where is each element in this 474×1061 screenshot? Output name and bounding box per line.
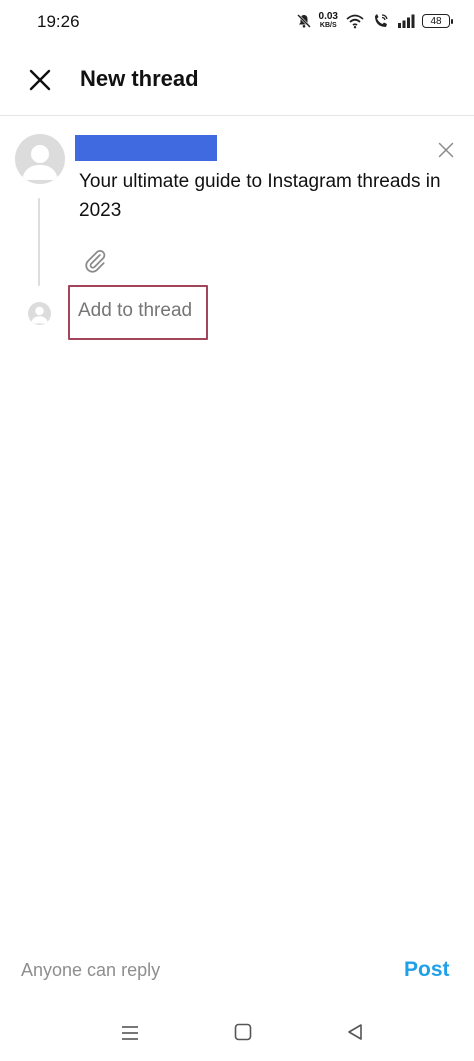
default-avatar-icon — [31, 306, 48, 324]
username-redacted — [75, 135, 217, 161]
close-icon — [438, 142, 454, 158]
status-time: 19:26 — [37, 12, 80, 31]
thread-text[interactable]: Your ultimate guide to Instagram threads… — [79, 167, 459, 225]
avatar — [15, 134, 65, 184]
close-button[interactable] — [24, 64, 56, 96]
wifi-call-icon — [375, 14, 388, 27]
menu-icon[interactable] — [119, 1022, 141, 1044]
network-speed: 0.03 KB/S — [319, 12, 338, 30]
header: New thread — [0, 42, 474, 116]
default-avatar-icon — [22, 145, 58, 180]
network-speed-value: 0.03 — [318, 11, 338, 22]
avatar-small — [28, 302, 51, 325]
new-thread-screen: 19:26 0.03 KB/S 48 New thread Your ultim… — [0, 0, 474, 1061]
attach-button[interactable] — [80, 246, 110, 276]
paperclip-icon — [85, 249, 106, 273]
thread-line — [38, 198, 40, 286]
close-icon — [29, 69, 51, 91]
system-nav-bar — [0, 1010, 474, 1061]
back-triangle-icon[interactable] — [345, 1022, 365, 1042]
wifi-icon — [346, 14, 364, 29]
home-square-icon[interactable] — [233, 1022, 253, 1042]
status-icons: 0.03 KB/S 48 — [296, 10, 453, 32]
post-button[interactable]: Post — [404, 958, 450, 982]
status-bar: 19:26 0.03 KB/S 48 — [0, 0, 474, 42]
mute-bell-icon — [296, 14, 311, 28]
reply-permission[interactable]: Anyone can reply — [21, 960, 160, 981]
page-title: New thread — [80, 66, 199, 91]
remove-post-button[interactable] — [434, 138, 458, 162]
signal-icon — [398, 14, 415, 28]
network-speed-unit: KB/S — [319, 22, 337, 29]
add-to-thread-input[interactable] — [78, 300, 203, 322]
battery-icon: 48 — [422, 14, 453, 28]
